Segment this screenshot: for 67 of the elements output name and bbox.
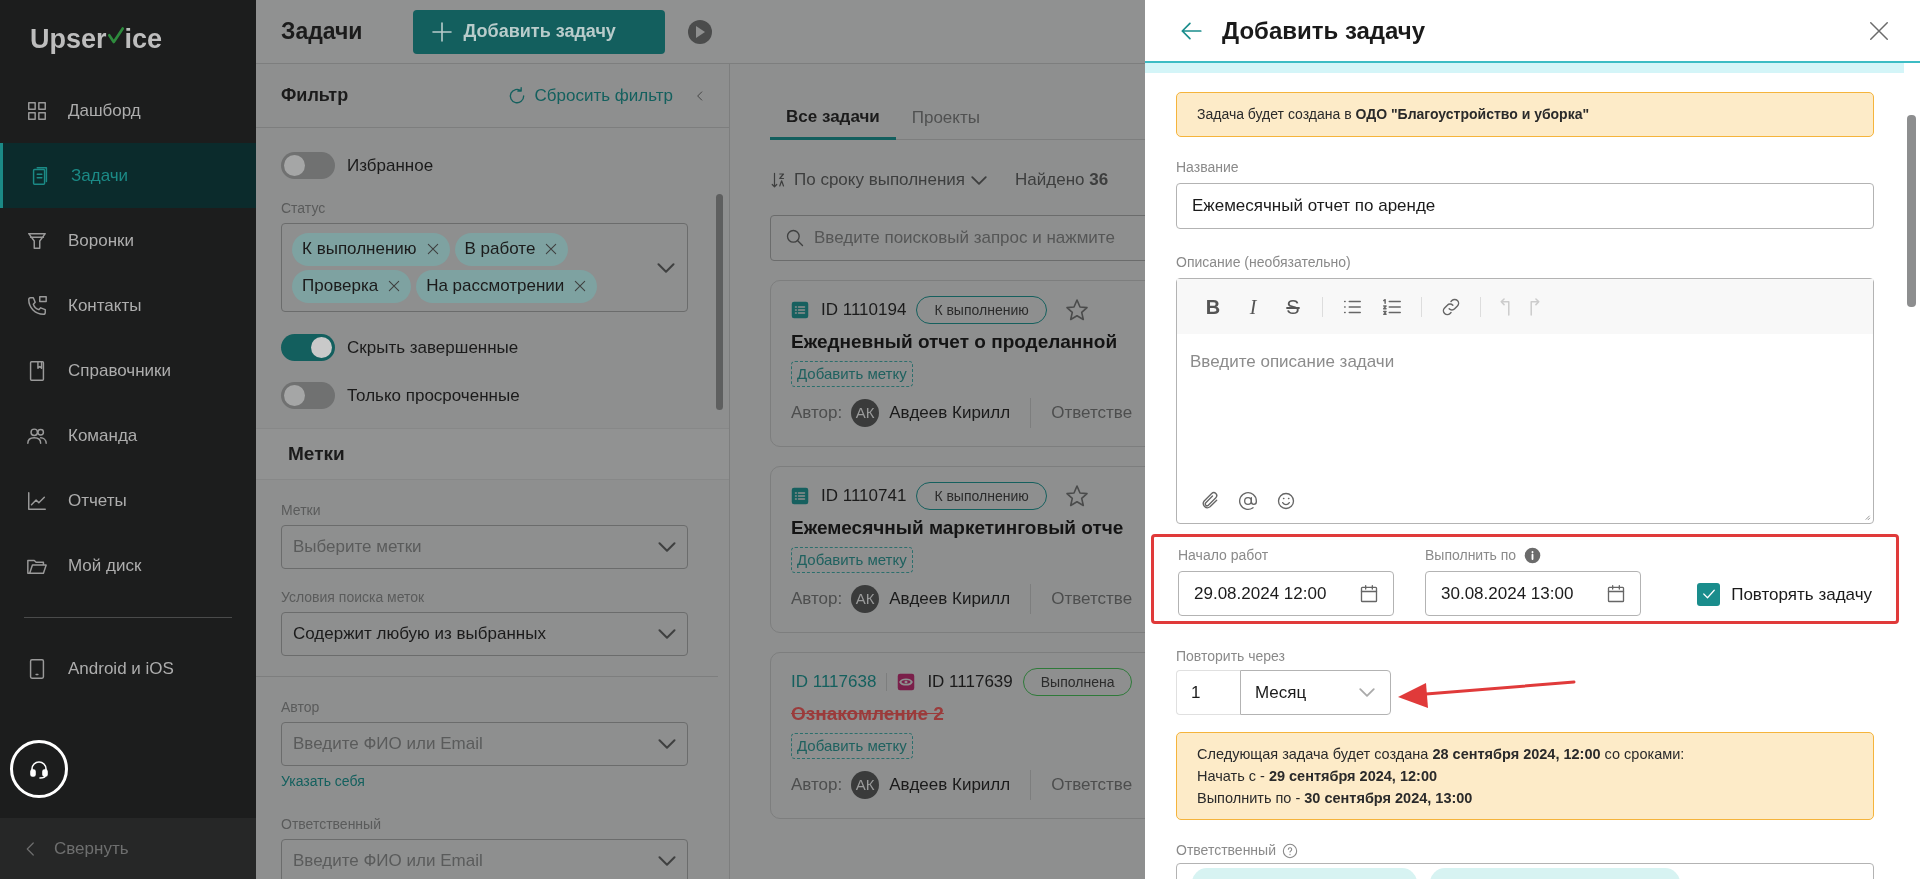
found-count: Найдено 36 bbox=[1015, 169, 1109, 192]
toggle-label: Скрыть завершенные bbox=[347, 336, 519, 359]
task-title[interactable]: Ежемесячный маркетинговый отче bbox=[791, 514, 1145, 543]
strike-button[interactable]: S bbox=[1282, 291, 1304, 322]
tab[interactable]: Все задачи bbox=[770, 96, 896, 140]
select-field[interactable]: Содержит любую из выбранных bbox=[281, 612, 688, 656]
schedule-text: Начать с - 29 сентября 2024, 12:00 bbox=[1197, 766, 1438, 786]
author-label: Автор: bbox=[791, 402, 843, 425]
nav-item[interactable]: Задачи bbox=[0, 143, 256, 208]
task-id: ID 1110194 bbox=[821, 299, 907, 322]
section-title: Метки bbox=[288, 441, 345, 466]
add-task-button[interactable]: Добавить задачу bbox=[412, 9, 665, 54]
nav-item[interactable]: Отчеты bbox=[0, 468, 256, 533]
field-label: Ответственный bbox=[1176, 841, 1276, 860]
schedule-text: Выполнить по - 30 сентября 2024, 13:00 bbox=[1197, 788, 1474, 808]
field-label: Начало работ bbox=[1178, 546, 1269, 565]
date-input-field[interactable]: 29.08.2024 12:00 bbox=[1178, 571, 1394, 616]
avatar: АК bbox=[851, 399, 880, 427]
task-id: ID 1117639 bbox=[927, 671, 1013, 694]
nav-item[interactable]: Мой диск bbox=[0, 533, 256, 598]
toggle-label: Только просроченные bbox=[347, 384, 520, 407]
task-title[interactable]: Ежедневный отчет о проделанной bbox=[791, 328, 1145, 357]
nav-item[interactable]: Воронки bbox=[0, 208, 256, 273]
status-select-field[interactable]: К выполнению В работе Проверка На рассмотрении bbox=[281, 223, 688, 312]
nav-item[interactable]: Контакты bbox=[0, 273, 256, 338]
name-input-field[interactable]: Ежемесячный отчет по аренде bbox=[1176, 183, 1874, 229]
description-placeholder: Введите описание задачи bbox=[1190, 351, 1396, 373]
date-input-field[interactable]: 30.08.2024 13:00 bbox=[1425, 571, 1641, 616]
status-chip[interactable]: На рассмотрении bbox=[416, 269, 598, 303]
notice-text: Задача будет создана в ОДО "Благоустройство и уборка" bbox=[1197, 105, 1590, 124]
avatar: АК bbox=[851, 771, 880, 799]
drawer-title: Добавить задачу bbox=[1222, 15, 1426, 46]
page-title: Задачи bbox=[281, 17, 363, 47]
nav-item[interactable]: Справочники bbox=[0, 338, 256, 403]
unit-select[interactable]: Месяц bbox=[1240, 670, 1391, 715]
author-label: Автор: bbox=[791, 774, 843, 797]
nav-item[interactable]: Команда bbox=[0, 403, 256, 468]
collapse-button[interactable]: Свернуть bbox=[0, 818, 256, 879]
status-chip[interactable]: В работе bbox=[454, 232, 569, 266]
responsible-label: Ответстве bbox=[1051, 588, 1133, 611]
author-label: Автор: bbox=[791, 588, 843, 611]
responsible-label: Ответстве bbox=[1051, 774, 1133, 797]
field-label: Описание (необязательно) bbox=[1176, 253, 1352, 272]
responsible-label: Ответстве bbox=[1051, 402, 1133, 425]
schedule-text: Следующая задача будет создана 28 сентября 2024, 12:00 со сроками: bbox=[1197, 744, 1686, 764]
author-name: Авдеев Кирилл bbox=[889, 774, 1011, 797]
bold-button[interactable]: B bbox=[1202, 291, 1224, 322]
description-editor[interactable]: B I S Введите описание задачи bbox=[1176, 278, 1874, 524]
field-label: Повторить через bbox=[1176, 647, 1286, 666]
toggle-label: Избранное bbox=[347, 154, 434, 177]
filter-title: Фильтр bbox=[281, 84, 349, 107]
task-id: ID 1110741 bbox=[821, 485, 907, 508]
author-name: Авдеев Кирилл bbox=[889, 588, 1011, 611]
checkbox-label: Повторять задачу bbox=[1731, 583, 1872, 606]
sort-dropdown[interactable]: По сроку выполнения bbox=[770, 167, 988, 193]
logo-text: Upser bbox=[30, 22, 107, 56]
field-label: Выполнить по bbox=[1425, 546, 1517, 565]
author-name: Авдеев Кирилл bbox=[889, 402, 1011, 425]
status-chip[interactable]: Проверка bbox=[292, 269, 412, 303]
status-chip[interactable]: К выполнению bbox=[292, 232, 450, 266]
nav-item[interactable]: Android и iOS bbox=[0, 636, 256, 701]
logo-text: ice bbox=[124, 22, 163, 56]
nav-item[interactable]: Дашборд bbox=[0, 78, 256, 143]
field-label: Название bbox=[1176, 158, 1240, 177]
italic-button[interactable]: I bbox=[1242, 291, 1264, 322]
avatar: АК bbox=[851, 585, 880, 613]
count-input-field[interactable]: 1 bbox=[1176, 670, 1240, 715]
